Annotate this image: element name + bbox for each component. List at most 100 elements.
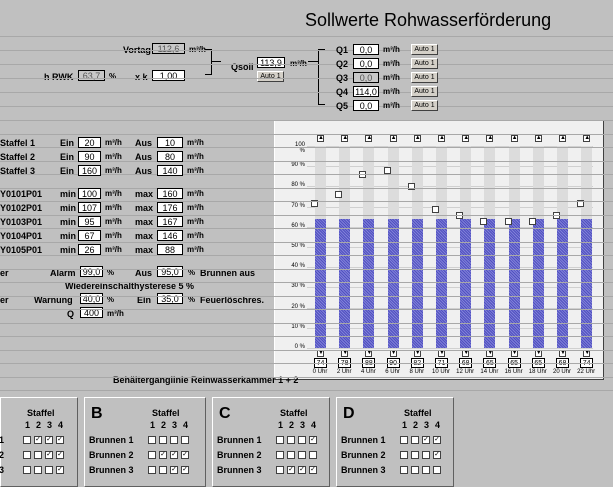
- down-arrow-icon[interactable]: ▼: [389, 350, 397, 357]
- checkbox[interactable]: [287, 451, 295, 459]
- checkbox[interactable]: ✓: [56, 436, 64, 444]
- checkbox[interactable]: [34, 451, 42, 459]
- q-row-auto-button[interactable]: Auto 1: [411, 58, 438, 69]
- q-row-auto-button[interactable]: Auto 1: [411, 72, 438, 83]
- up-arrow-icon[interactable]: ▲: [510, 135, 518, 142]
- setpoint-handle[interactable]: [480, 217, 488, 225]
- down-arrow-icon[interactable]: ▼: [486, 350, 494, 357]
- pump-max-input[interactable]: 146: [157, 230, 183, 241]
- checkbox[interactable]: ✓: [170, 466, 178, 474]
- up-arrow-icon[interactable]: ▲: [317, 135, 324, 142]
- up-arrow-icon[interactable]: ▲: [462, 135, 470, 142]
- checkbox[interactable]: ✓: [45, 451, 53, 459]
- up-arrow-icon[interactable]: ▲: [341, 135, 349, 142]
- checkbox[interactable]: [23, 451, 31, 459]
- up-arrow-icon[interactable]: ▲: [559, 135, 566, 142]
- checkbox[interactable]: ✓: [433, 451, 441, 459]
- checkbox[interactable]: ✓: [287, 466, 295, 474]
- setpoint-handle[interactable]: [335, 191, 343, 199]
- checkbox[interactable]: [433, 466, 441, 474]
- checkbox[interactable]: ✓: [298, 466, 306, 474]
- checkbox[interactable]: [148, 451, 156, 459]
- checkbox[interactable]: [287, 436, 295, 444]
- checkbox[interactable]: [148, 466, 156, 474]
- warn-input[interactable]: 40,0: [80, 293, 103, 304]
- checkbox[interactable]: [276, 451, 284, 459]
- checkbox[interactable]: ✓: [56, 451, 64, 459]
- staffel-aus-input[interactable]: 140: [157, 165, 183, 176]
- q-row-auto-button[interactable]: Auto 1: [411, 100, 438, 111]
- down-arrow-icon[interactable]: ▼: [365, 350, 373, 357]
- down-arrow-icon[interactable]: ▼: [317, 350, 324, 357]
- checkbox[interactable]: [298, 451, 306, 459]
- checkbox[interactable]: [181, 436, 189, 444]
- alarm-input[interactable]: 99,0: [80, 266, 103, 277]
- q-row-auto-button[interactable]: Auto 1: [411, 86, 438, 97]
- pump-max-input[interactable]: 88: [157, 244, 183, 255]
- checkbox[interactable]: [23, 436, 31, 444]
- up-arrow-icon[interactable]: ▲: [389, 135, 397, 142]
- down-arrow-icon[interactable]: ▼: [438, 350, 445, 357]
- aus-input[interactable]: 95,0: [157, 266, 183, 277]
- checkbox[interactable]: [411, 451, 419, 459]
- up-arrow-icon[interactable]: ▲: [486, 135, 494, 142]
- checkbox[interactable]: [159, 436, 167, 444]
- down-arrow-icon[interactable]: ▼: [559, 350, 566, 357]
- checkbox[interactable]: [411, 466, 419, 474]
- checkbox[interactable]: ✓: [170, 451, 178, 459]
- checkbox[interactable]: [34, 466, 42, 474]
- down-arrow-icon[interactable]: ▼: [341, 350, 349, 357]
- checkbox[interactable]: ✓: [159, 451, 167, 459]
- checkbox[interactable]: ✓: [45, 436, 53, 444]
- up-arrow-icon[interactable]: ▲: [534, 135, 542, 142]
- checkbox[interactable]: ✓: [181, 451, 189, 459]
- pump-min-input[interactable]: 100: [78, 188, 101, 199]
- staffel-aus-input[interactable]: 10: [157, 137, 183, 148]
- down-arrow-icon[interactable]: ▼: [534, 350, 542, 357]
- setpoint-handle[interactable]: [407, 183, 415, 191]
- checkbox[interactable]: ✓: [309, 466, 317, 474]
- pump-min-input[interactable]: 107: [78, 202, 101, 213]
- checkbox[interactable]: [45, 466, 53, 474]
- setpoint-handle[interactable]: [528, 217, 536, 225]
- checkbox[interactable]: ✓: [56, 466, 64, 474]
- pump-max-input[interactable]: 160: [157, 188, 183, 199]
- checkbox[interactable]: [170, 436, 178, 444]
- setpoint-handle[interactable]: [504, 217, 512, 225]
- staffel-ein-input[interactable]: 160: [78, 165, 101, 176]
- up-arrow-icon[interactable]: ▲: [583, 135, 591, 142]
- q-row-auto-button[interactable]: Auto 1: [411, 44, 438, 55]
- pump-min-input[interactable]: 26: [78, 244, 101, 255]
- k-value-input[interactable]: 1,00: [152, 70, 185, 81]
- setpoint-handle[interactable]: [432, 205, 439, 213]
- down-arrow-icon[interactable]: ▼: [462, 350, 470, 357]
- pump-min-input[interactable]: 95: [78, 216, 101, 227]
- down-arrow-icon[interactable]: ▼: [413, 350, 421, 357]
- up-arrow-icon[interactable]: ▲: [438, 135, 445, 142]
- staffel-ein-input[interactable]: 20: [78, 137, 101, 148]
- checkbox[interactable]: [309, 451, 317, 459]
- staffel-aus-input[interactable]: 80: [157, 151, 183, 162]
- up-arrow-icon[interactable]: ▲: [413, 135, 421, 142]
- checkbox[interactable]: ✓: [433, 436, 441, 444]
- down-arrow-icon[interactable]: ▼: [510, 350, 518, 357]
- checkbox[interactable]: [400, 466, 408, 474]
- pump-max-input[interactable]: 176: [157, 202, 183, 213]
- checkbox[interactable]: [23, 466, 31, 474]
- checkbox[interactable]: [159, 466, 167, 474]
- checkbox[interactable]: ✓: [422, 436, 430, 444]
- checkbox[interactable]: ✓: [181, 466, 189, 474]
- checkbox[interactable]: [422, 451, 430, 459]
- checkbox[interactable]: [400, 451, 408, 459]
- pump-min-input[interactable]: 67: [78, 230, 101, 241]
- checkbox[interactable]: [400, 436, 408, 444]
- checkbox[interactable]: ✓: [34, 436, 42, 444]
- checkbox[interactable]: [276, 466, 284, 474]
- checkbox[interactable]: [411, 436, 419, 444]
- pump-max-input[interactable]: 167: [157, 216, 183, 227]
- ein-input[interactable]: 35,0: [157, 293, 183, 304]
- checkbox[interactable]: [422, 466, 430, 474]
- checkbox[interactable]: ✓: [309, 436, 317, 444]
- up-arrow-icon[interactable]: ▲: [365, 135, 373, 142]
- checkbox[interactable]: [298, 436, 306, 444]
